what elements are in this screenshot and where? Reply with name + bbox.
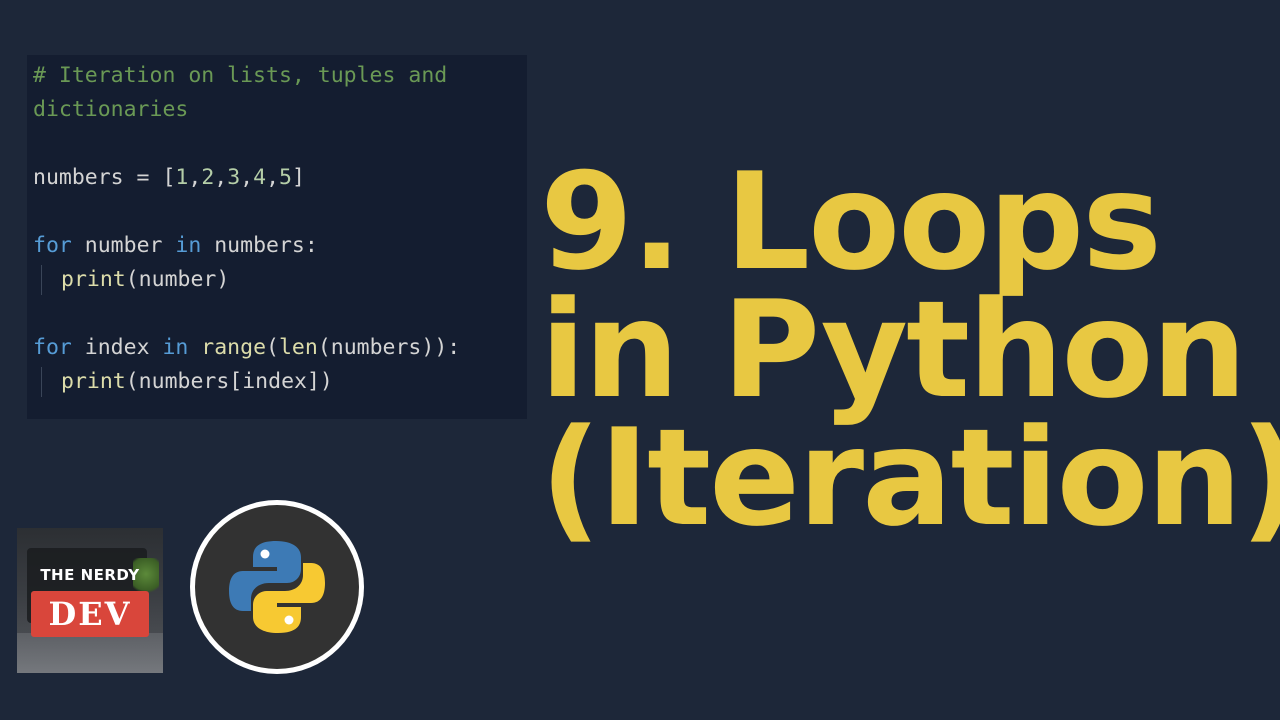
code-token: numbers bbox=[33, 165, 124, 190]
title-line-1: 9. Loops bbox=[540, 144, 1162, 300]
code-line-for-1: for number in numbers: bbox=[33, 229, 527, 263]
python-badge bbox=[190, 500, 364, 674]
python-badge-inner bbox=[195, 505, 359, 669]
code-token: ] bbox=[291, 165, 305, 190]
code-number: 5 bbox=[279, 165, 292, 190]
code-number: 3 bbox=[227, 165, 241, 190]
code-token: (number) bbox=[125, 267, 230, 292]
logo-text-top: THE NERDY bbox=[40, 566, 140, 584]
code-line-comment-2: dictionaries bbox=[33, 93, 527, 127]
indent-guide bbox=[41, 367, 42, 397]
code-keyword: for bbox=[33, 233, 72, 258]
code-line-print-2: print(numbers[index]) bbox=[33, 365, 527, 399]
code-panel: # Iteration on lists, tuples and diction… bbox=[27, 55, 527, 419]
code-token: number bbox=[71, 233, 176, 258]
code-token: , bbox=[266, 165, 280, 190]
code-comment: # Iteration on lists, tuples and bbox=[33, 63, 448, 88]
thumbnail: # Iteration on lists, tuples and diction… bbox=[0, 0, 1280, 720]
code-token: , bbox=[188, 165, 202, 190]
channel-logo: THE NERDY DEV bbox=[17, 528, 163, 673]
title-line-2: in Python bbox=[540, 272, 1247, 428]
python-logo-icon bbox=[229, 541, 325, 633]
code-token: index bbox=[71, 335, 163, 360]
code-line-print-1: print(number) bbox=[33, 263, 527, 297]
code-number: 2 bbox=[201, 165, 215, 190]
code-line-numbers-assign: numbers = [1,2,3,4,5] bbox=[33, 161, 527, 195]
code-token: ( bbox=[266, 335, 279, 360]
code-token: , bbox=[214, 165, 228, 190]
video-title: 9. Loops in Python (Iteration) bbox=[540, 144, 1280, 556]
logo-text-badge: DEV bbox=[31, 591, 149, 637]
code-line-comment-1: # Iteration on lists, tuples and bbox=[33, 59, 527, 93]
logo-desk-backdrop bbox=[17, 633, 163, 673]
code-function: len bbox=[278, 335, 318, 360]
code-token: numbers: bbox=[201, 233, 318, 258]
code-function: print bbox=[61, 369, 126, 394]
code-token: (numbers)): bbox=[317, 335, 461, 360]
title-line-3: (Iteration) bbox=[540, 400, 1280, 556]
code-keyword: for bbox=[33, 335, 72, 360]
code-token: [ bbox=[162, 165, 176, 190]
code-function: range bbox=[201, 335, 267, 360]
code-keyword: in bbox=[162, 335, 189, 360]
code-number: 4 bbox=[253, 165, 267, 190]
indent-guide bbox=[41, 265, 42, 295]
code-function: print bbox=[61, 267, 126, 292]
code-token: , bbox=[240, 165, 254, 190]
code-line-for-2: for index in range(len(numbers)): bbox=[33, 331, 527, 365]
code-token: (numbers[index]) bbox=[125, 369, 333, 394]
code-comment: dictionaries bbox=[33, 97, 189, 122]
code-token: = bbox=[123, 165, 163, 190]
code-number: 1 bbox=[175, 165, 189, 190]
code-keyword: in bbox=[175, 233, 202, 258]
